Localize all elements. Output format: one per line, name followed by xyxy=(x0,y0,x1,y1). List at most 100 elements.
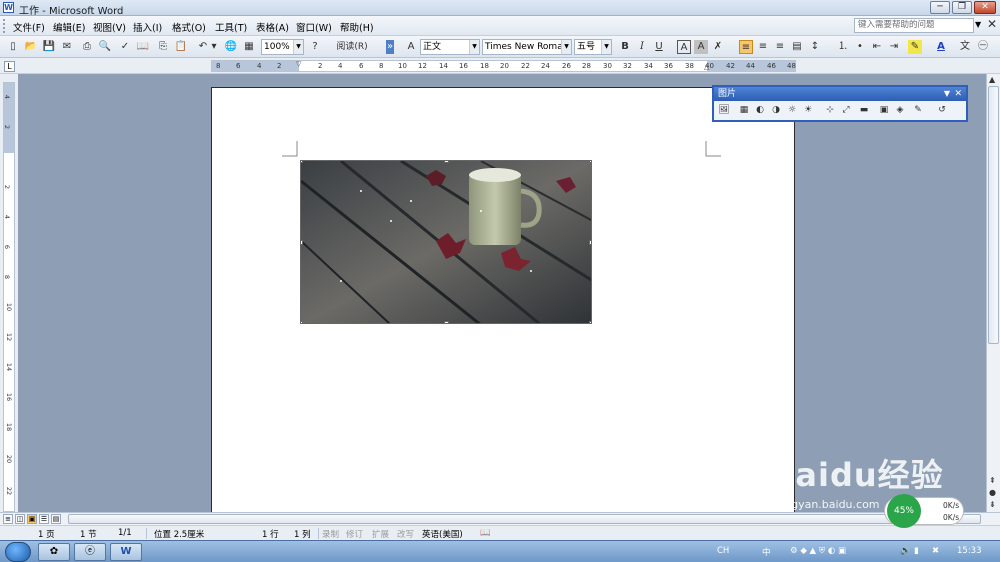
status-rec[interactable]: 录制 xyxy=(322,528,339,540)
tab-selector[interactable]: L xyxy=(4,61,15,72)
resize-handle-ne[interactable] xyxy=(589,161,591,163)
network-icon[interactable]: ▮ xyxy=(914,546,919,556)
align-left-icon[interactable]: ≡ xyxy=(739,40,753,54)
resize-handle-w[interactable] xyxy=(301,240,303,245)
paste-icon[interactable]: 📋 xyxy=(174,40,188,54)
undo-icon[interactable]: ↶ xyxy=(196,40,210,54)
outline-view-icon[interactable]: ☰ xyxy=(39,514,49,524)
char-shading-button[interactable]: A xyxy=(694,40,708,54)
text-effects-icon[interactable]: ✗ xyxy=(711,40,725,54)
resize-handle-se[interactable] xyxy=(589,321,591,323)
resize-handle-n[interactable] xyxy=(444,161,449,163)
research-icon[interactable]: 📖 xyxy=(136,40,150,54)
next-page-icon[interactable]: ⇟ xyxy=(989,500,996,509)
resize-handle-sw[interactable] xyxy=(301,321,303,323)
print-icon[interactable]: ⎙ xyxy=(80,40,94,54)
clock[interactable]: 15:33 xyxy=(957,546,982,556)
horizontal-scroll-thumb[interactable] xyxy=(68,514,981,524)
start-button[interactable] xyxy=(5,542,31,562)
help-dropdown-icon[interactable]: ▼ xyxy=(975,20,981,29)
new-document-icon[interactable]: ▯ xyxy=(6,40,20,54)
font-select[interactable]: Times New Roman ▼ xyxy=(482,39,572,55)
document-close-icon[interactable]: ✕ xyxy=(987,17,997,31)
more-brightness-icon[interactable]: ☼ xyxy=(786,104,798,116)
volume-icon[interactable]: 🔊 xyxy=(900,546,911,556)
taskbar-browser[interactable]: ⓔ xyxy=(74,543,106,561)
spelling-status-icon[interactable]: 📖 xyxy=(480,528,491,538)
align-center-icon[interactable]: ≡ xyxy=(756,40,770,54)
zoom-select[interactable]: 100% ▼ xyxy=(261,39,304,55)
close-icon[interactable]: ✕ xyxy=(954,87,962,101)
font-size-select[interactable]: 五号 ▼ xyxy=(574,39,612,55)
action-center-icon[interactable]: ✖ xyxy=(932,546,939,556)
line-spacing-icon[interactable]: ↕ xyxy=(808,40,822,54)
ime-indicator[interactable]: CH xyxy=(717,546,729,556)
enclose-icon[interactable]: ㊀ xyxy=(976,40,990,54)
align-right-icon[interactable]: ≡ xyxy=(773,40,787,54)
vertical-scroll-thumb[interactable] xyxy=(988,86,999,344)
bullets-icon[interactable]: • xyxy=(853,40,867,54)
resize-handle-s[interactable] xyxy=(444,321,449,323)
web-view-icon[interactable]: ◫ xyxy=(15,514,25,524)
crop-icon[interactable]: ⊹ xyxy=(824,104,836,116)
help-icon[interactable]: ? xyxy=(308,40,322,54)
rotate-icon[interactable]: ⤢ xyxy=(840,104,852,116)
menu-format[interactable]: 格式(O) xyxy=(172,20,206,34)
ime-mode[interactable]: 中 xyxy=(762,546,771,558)
minimize-button[interactable]: ─ xyxy=(930,1,950,14)
hyperlink-icon[interactable]: 🌐 xyxy=(224,40,238,54)
menu-tools[interactable]: 工具(T) xyxy=(215,20,247,34)
word-app-icon[interactable]: W xyxy=(3,2,14,13)
taskbar-word[interactable]: W xyxy=(110,543,142,561)
insert-picture-icon[interactable]: 🖼 xyxy=(718,104,730,116)
save-icon[interactable]: 💾 xyxy=(42,40,56,54)
underline-button[interactable]: U xyxy=(652,40,666,54)
status-extend[interactable]: 扩展 xyxy=(372,528,389,540)
picture-toolbar-title-bar[interactable]: 图片 ▼ ✕ xyxy=(714,87,966,101)
table-icon[interactable]: ▦ xyxy=(242,40,256,54)
browse-object-icon[interactable]: ● xyxy=(989,488,996,497)
right-indent-marker[interactable]: △ xyxy=(704,63,709,71)
print-preview-icon[interactable]: 🔍 xyxy=(98,40,112,54)
inserted-picture[interactable] xyxy=(300,160,592,324)
normal-view-icon[interactable]: ≡ xyxy=(3,514,13,524)
line-style-icon[interactable]: ▬ xyxy=(858,104,870,116)
spelling-icon[interactable]: ✓ xyxy=(118,40,132,54)
vertical-ruler[interactable]: 4 2 2 4 6 8 10 12 14 16 18 20 22 xyxy=(3,82,15,512)
menu-file[interactable]: 文件(F) xyxy=(13,20,45,34)
text-wrapping-icon[interactable]: ◈ xyxy=(894,104,906,116)
help-search-input[interactable]: 键入需要帮助的问题 xyxy=(854,18,974,33)
status-overtype[interactable]: 改写 xyxy=(397,528,414,540)
styles-pane-icon[interactable]: A xyxy=(404,40,418,54)
network-speed-widget[interactable]: 45% 0K/s 0K/s xyxy=(884,494,964,528)
font-color-button[interactable]: A xyxy=(934,40,948,54)
menu-insert[interactable]: 插入(I) xyxy=(133,20,162,34)
char-border-button[interactable]: A xyxy=(677,40,691,54)
tray-icons[interactable]: ⚙ ◆ ▲ ⛨ ◐ ▣ xyxy=(790,546,846,556)
bold-button[interactable]: B xyxy=(618,40,632,54)
toolbar-options-icon[interactable]: ▼ xyxy=(944,87,950,101)
prev-page-icon[interactable]: ⇞ xyxy=(989,476,996,485)
menu-table[interactable]: 表格(A) xyxy=(256,20,289,34)
open-icon[interactable]: 📂 xyxy=(24,40,38,54)
status-language[interactable]: 英语(美国) xyxy=(422,528,463,540)
copy-icon[interactable]: ⎘ xyxy=(156,40,170,54)
menu-grip[interactable] xyxy=(3,19,6,33)
toolbar-options-icon[interactable]: » xyxy=(386,40,394,54)
format-picture-icon[interactable]: ✎ xyxy=(912,104,924,116)
color-icon[interactable]: ▦ xyxy=(738,104,750,116)
read-button[interactable]: 阅读(R) xyxy=(330,40,374,54)
horizontal-scrollbar[interactable]: ≡ ◫ ▣ ☰ ▤ xyxy=(0,512,1000,525)
undo-dropdown-icon[interactable]: ▾ xyxy=(210,40,218,54)
menu-help[interactable]: 帮助(H) xyxy=(340,20,374,34)
taskbar-media-player[interactable]: ✿ xyxy=(38,543,70,561)
compress-icon[interactable]: ▣ xyxy=(878,104,890,116)
resize-handle-e[interactable] xyxy=(589,240,591,245)
reading-view-icon[interactable]: ▤ xyxy=(51,514,61,524)
more-contrast-icon[interactable]: ◐ xyxy=(754,104,766,116)
less-brightness-icon[interactable]: ☀ xyxy=(802,104,814,116)
reset-picture-icon[interactable]: ↺ xyxy=(936,104,948,116)
menu-window[interactable]: 窗口(W) xyxy=(296,20,332,34)
justify-icon[interactable]: ▤ xyxy=(790,40,804,54)
scroll-up-icon[interactable]: ▲ xyxy=(989,75,995,84)
